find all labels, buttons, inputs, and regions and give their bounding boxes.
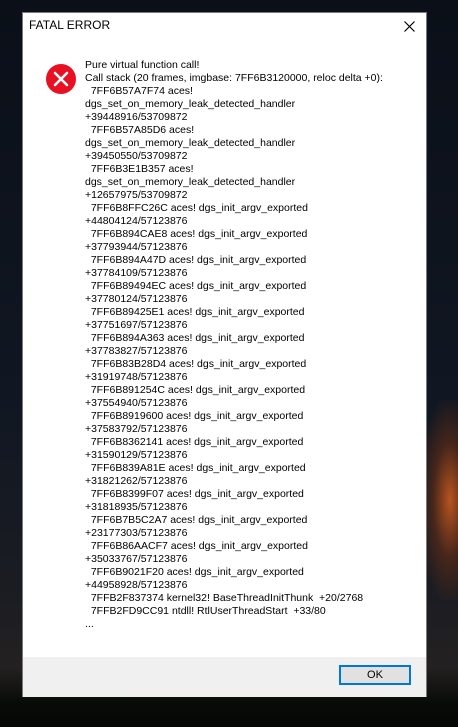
message-line: dgs_set_on_memory_leak_detected_handler [85, 137, 296, 149]
message-line: +39448916/53709872 [85, 111, 188, 123]
message-line: +37583792/57123876 [85, 423, 188, 435]
message-line: 7FF6B57A7F74 aces! [85, 85, 193, 97]
message-line: +12657975/53709872 [85, 189, 188, 201]
message-line: 7FF6B83B28D4 aces! dgs_init_argv_exporte… [85, 358, 307, 370]
close-icon [403, 20, 415, 32]
message-line: +31818935/57123876 [85, 501, 188, 513]
message-line: +35033767/57123876 [85, 553, 188, 565]
error-icon [46, 64, 76, 94]
message-line: +44958928/57123876 [85, 579, 188, 591]
message-line: +37793944/57123876 [85, 241, 188, 253]
message-line: dgs_set_on_memory_leak_detected_handler [85, 176, 296, 188]
message-line: 7FF6B3E1B357 aces! [85, 163, 194, 175]
ok-button[interactable]: OK [339, 665, 411, 685]
message-line: 7FF6B894A363 aces! dgs_init_argv_exporte… [85, 332, 305, 344]
dialog-content: Pure virtual function call! Call stack (2… [23, 39, 426, 657]
fatal-error-dialog: FATAL ERROR Pure virtual function call! C… [22, 12, 427, 697]
dialog-footer: OK [23, 657, 426, 697]
message-line: +39450550/53709872 [85, 150, 188, 162]
message-line: +31919748/57123876 [85, 371, 188, 383]
message-line: 7FF6B8FFC26C aces! dgs_init_argv_exporte… [85, 202, 308, 214]
message-line: 7FF6B894CAE8 aces! dgs_init_argv_exporte… [85, 228, 308, 240]
message-line: +44804124/57123876 [85, 215, 188, 227]
message-line: 7FF6B86AACF7 aces! dgs_init_argv_exporte… [85, 540, 308, 552]
message-line: 7FF6B891254C aces! dgs_init_argv_exporte… [85, 384, 306, 396]
error-message: Pure virtual function call! Call stack (2… [85, 59, 415, 631]
message-line: 7FFB2FD9CC91 ntdll! RtlUserThreadStart +… [85, 605, 326, 617]
message-line: 7FF6B7B5C2A7 aces! dgs_init_argv_exporte… [85, 514, 308, 526]
message-line: +37751697/57123876 [85, 319, 188, 331]
message-line: 7FF6B57A85D6 aces! [85, 124, 195, 136]
message-line: 7FF6B8362141 aces! dgs_init_argv_exporte… [85, 436, 304, 448]
message-line: 7FF6B894A47D aces! dgs_init_argv_exporte… [85, 254, 307, 266]
message-line: 7FF6B89425E1 aces! dgs_init_argv_exporte… [85, 306, 305, 318]
message-line: 7FF6B89494EC aces! dgs_init_argv_exporte… [85, 280, 307, 292]
message-line: 7FF6B9021F20 aces! dgs_init_argv_exporte… [85, 566, 304, 578]
message-line: ... [85, 618, 94, 630]
message-line: Call stack (20 frames, imgbase: 7FF6B312… [85, 72, 383, 84]
title-bar: FATAL ERROR [23, 13, 426, 39]
close-button[interactable] [392, 13, 426, 39]
message-line: +23177303/57123876 [85, 527, 188, 539]
message-line: 7FFB2F837374 kernel32! BaseThreadInitThu… [85, 592, 364, 604]
message-line: Pure virtual function call! [85, 59, 200, 71]
message-line: +31821262/57123876 [85, 475, 188, 487]
message-line: +37554940/57123876 [85, 397, 188, 409]
message-line: +31590129/57123876 [85, 449, 188, 461]
message-line: +37784109/57123876 [85, 267, 188, 279]
message-line: 7FF6B8919600 aces! dgs_init_argv_exporte… [85, 410, 304, 422]
window-title: FATAL ERROR [29, 18, 111, 32]
message-line: +37783827/57123876 [85, 345, 188, 357]
message-line: 7FF6B839A81E aces! dgs_init_argv_exporte… [85, 462, 306, 474]
message-line: +37780124/57123876 [85, 293, 188, 305]
message-line: dgs_set_on_memory_leak_detected_handler [85, 98, 296, 110]
message-line: 7FF6B8399F07 aces! dgs_init_argv_exporte… [85, 488, 304, 500]
